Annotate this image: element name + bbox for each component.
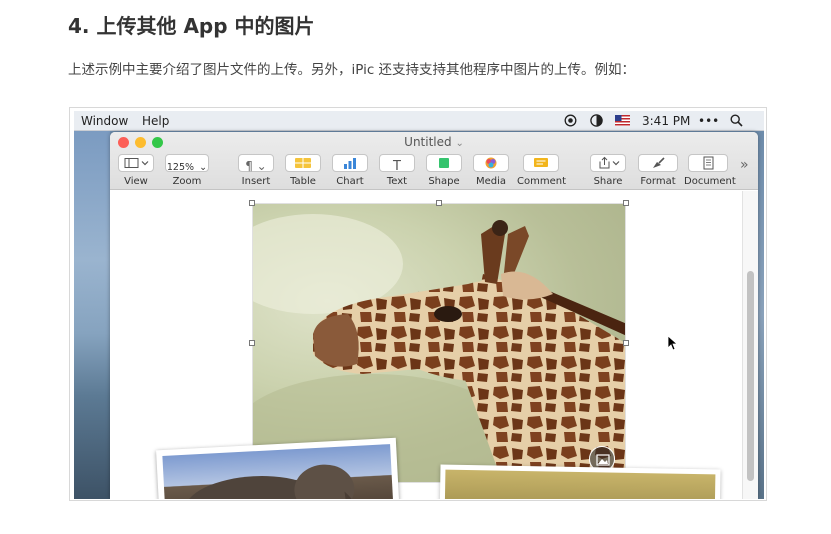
elephant-image xyxy=(162,444,394,499)
chart-icon xyxy=(344,158,356,169)
toolbar-insert[interactable]: ¶ ⌄ Insert xyxy=(238,154,274,187)
scrollbar-thumb[interactable] xyxy=(747,271,754,481)
toolbar-comment-label: Comment xyxy=(517,176,566,187)
toolbar-table-label: Table xyxy=(290,176,316,187)
toolbar-chart-label: Chart xyxy=(336,176,364,187)
search-icon[interactable] xyxy=(730,114,743,127)
resize-handle[interactable] xyxy=(623,340,629,346)
toolbar-media[interactable]: Media xyxy=(473,154,509,187)
menu-bar: Window Help 3:41 PM ••• xyxy=(74,111,764,131)
resize-handle[interactable] xyxy=(249,340,255,346)
toolbar-insert-label: Insert xyxy=(241,176,271,187)
document-icon xyxy=(703,156,714,170)
toolbar-media-label: Media xyxy=(475,176,507,187)
menu-help[interactable]: Help xyxy=(142,114,169,128)
chevron-down-icon[interactable]: ⌄ xyxy=(455,138,463,149)
window-titlebar: Untitled ⌄ View 125% ⌄ Zoom ¶ ⌄ Insert T… xyxy=(110,132,758,190)
document-canvas xyxy=(110,191,758,499)
article-paragraph: 上述示例中主要介绍了图片文件的上传。另外，iPic 还支持支持其他程序中图片的上… xyxy=(68,62,636,78)
toolbar-shape[interactable]: Shape xyxy=(426,154,462,187)
resize-handle[interactable] xyxy=(623,200,629,206)
media-icon xyxy=(485,157,497,169)
toolbar-format-label: Format xyxy=(640,176,676,187)
format-icon xyxy=(653,157,665,168)
toolbar-chart[interactable]: Chart xyxy=(332,154,368,187)
comment-icon xyxy=(534,158,548,167)
resize-handle[interactable] xyxy=(249,200,255,206)
desktop-wallpaper xyxy=(74,131,110,499)
toolbar-text[interactable]: T Text xyxy=(379,154,415,187)
toolbar-table[interactable]: Table xyxy=(285,154,321,187)
toolbar-text-label: Text xyxy=(386,176,408,187)
elephant-photo[interactable] xyxy=(156,437,400,499)
document-page[interactable] xyxy=(110,191,742,499)
more-menu[interactable]: ••• xyxy=(698,114,719,128)
record-icon[interactable] xyxy=(564,114,577,127)
toolbar-overflow-icon[interactable]: » xyxy=(740,157,749,173)
grass-photo[interactable] xyxy=(439,464,721,499)
article-heading: 4. 上传其他 App 中的图片 xyxy=(68,14,315,38)
window-title: Untitled ⌄ xyxy=(110,135,758,149)
toolbar-document[interactable]: Document xyxy=(684,154,736,187)
shape-icon xyxy=(439,158,449,168)
mac-desktop: Window Help 3:41 PM ••• Untitled ⌄ View … xyxy=(74,111,764,499)
table-icon xyxy=(295,158,311,168)
screenshot-frame: Window Help 3:41 PM ••• Untitled ⌄ View … xyxy=(69,107,767,501)
pages-window: Untitled ⌄ View 125% ⌄ Zoom ¶ ⌄ Insert T… xyxy=(110,132,758,499)
view-icon xyxy=(124,158,149,168)
toolbar-comment[interactable]: Comment xyxy=(517,154,566,187)
toolbar-view-label: View xyxy=(124,176,148,187)
giraffe-illustration xyxy=(253,214,625,482)
text-icon: T xyxy=(393,159,401,174)
elephant-illustration xyxy=(185,464,357,499)
resize-handle[interactable] xyxy=(436,200,442,206)
vertical-scrollbar[interactable] xyxy=(742,191,758,499)
contrast-icon[interactable] xyxy=(590,114,603,127)
zoom-value: 125% xyxy=(166,162,195,173)
toolbar-share[interactable]: Share xyxy=(590,154,626,187)
share-icon xyxy=(599,156,620,169)
toolbar-format[interactable]: Format xyxy=(638,154,678,187)
toolbar-shape-label: Shape xyxy=(428,176,460,187)
cursor-icon xyxy=(668,336,678,351)
toolbar-zoom-label: Zoom xyxy=(172,176,202,187)
toolbar-document-label: Document xyxy=(684,176,736,187)
giraffe-image[interactable] xyxy=(252,203,626,483)
grass-image xyxy=(444,469,716,499)
document-title[interactable]: Untitled xyxy=(404,135,451,149)
us-flag-icon[interactable] xyxy=(615,114,630,127)
toolbar-view[interactable]: View xyxy=(118,154,154,187)
toolbar-zoom[interactable]: 125% ⌄ Zoom xyxy=(165,154,209,187)
menu-window[interactable]: Window xyxy=(81,114,128,128)
clock[interactable]: 3:41 PM xyxy=(642,114,690,128)
paragraph-icon: ¶ ⌄ xyxy=(245,159,267,173)
toolbar-share-label: Share xyxy=(593,176,623,187)
chevron-down-icon: ⌄ xyxy=(199,162,208,173)
